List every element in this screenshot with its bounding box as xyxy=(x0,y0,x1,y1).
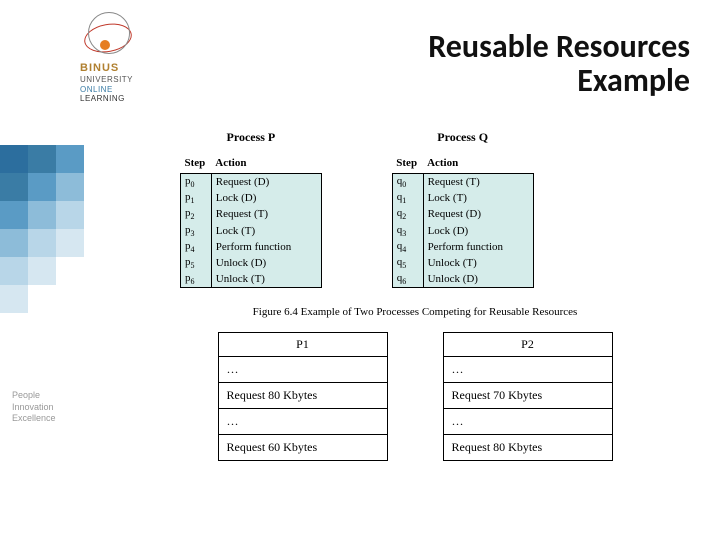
p2-header: P2 xyxy=(443,333,612,357)
logo-line2: UNIVERSITY xyxy=(80,75,200,85)
action-cell: Lock (D) xyxy=(423,223,533,239)
request-cell: … xyxy=(218,357,387,383)
col-step: Step xyxy=(392,155,423,174)
request-cell: Request 80 Kbytes xyxy=(218,383,387,409)
slide-title: Reusable Resources Example xyxy=(428,30,690,97)
step-cell: q0 xyxy=(392,174,423,191)
col-step: Step xyxy=(181,155,212,174)
step-cell: q5 xyxy=(392,255,423,271)
action-cell: Lock (T) xyxy=(211,223,321,239)
logo-line1: BINUS xyxy=(80,62,200,75)
action-cell: Unlock (D) xyxy=(211,255,321,271)
request-table-p2: P2 …Request 70 Kbytes…Request 80 Kbytes xyxy=(443,332,613,461)
step-cell: p5 xyxy=(181,255,212,271)
process-q-block: Process Q Step Action q0Request (T)q1Loc… xyxy=(392,130,534,288)
process-p-table: Step Action p0Request (D)p1Lock (D)p2Req… xyxy=(180,155,322,288)
request-cell: … xyxy=(218,409,387,435)
step-cell: p2 xyxy=(181,206,212,222)
logo-line4: LEARNING xyxy=(80,94,200,104)
col-action: Action xyxy=(423,155,533,174)
title-line1: Reusable Resources xyxy=(428,30,690,64)
process-p-title: Process P xyxy=(180,130,322,145)
request-table-p1: P1 …Request 80 Kbytes…Request 60 Kbytes xyxy=(218,332,388,461)
action-cell: Perform function xyxy=(211,239,321,255)
step-cell: q6 xyxy=(392,271,423,288)
tagline-l3: Excellence xyxy=(12,413,56,425)
action-cell: Unlock (T) xyxy=(423,255,533,271)
step-cell: q4 xyxy=(392,239,423,255)
step-cell: q3 xyxy=(392,223,423,239)
action-cell: Lock (D) xyxy=(211,190,321,206)
action-cell: Request (T) xyxy=(211,206,321,222)
request-cell: … xyxy=(443,357,612,383)
step-cell: p3 xyxy=(181,223,212,239)
tagline: People Innovation Excellence xyxy=(12,390,56,425)
request-cell: Request 60 Kbytes xyxy=(218,435,387,461)
logo-line3: ONLINE xyxy=(80,85,200,95)
tagline-l2: Innovation xyxy=(12,402,56,414)
step-cell: p1 xyxy=(181,190,212,206)
step-cell: p4 xyxy=(181,239,212,255)
p1-header: P1 xyxy=(218,333,387,357)
action-cell: Request (D) xyxy=(211,174,321,191)
process-q-title: Process Q xyxy=(392,130,534,145)
figure-caption: Figure 6.4 Example of Two Processes Comp… xyxy=(150,306,680,318)
action-cell: Unlock (T) xyxy=(211,271,321,288)
step-cell: q1 xyxy=(392,190,423,206)
action-cell: Request (D) xyxy=(423,206,533,222)
request-cell: Request 80 Kbytes xyxy=(443,435,612,461)
title-line2: Example xyxy=(428,64,690,98)
step-cell: p0 xyxy=(181,174,212,191)
request-cell: Request 70 Kbytes xyxy=(443,383,612,409)
step-cell: p6 xyxy=(181,271,212,288)
logo-swirl-icon xyxy=(80,10,140,60)
col-action: Action xyxy=(211,155,321,174)
action-cell: Perform function xyxy=(423,239,533,255)
action-cell: Lock (T) xyxy=(423,190,533,206)
action-cell: Request (T) xyxy=(423,174,533,191)
logo: BINUS UNIVERSITY ONLINE LEARNING xyxy=(80,10,200,104)
tagline-l1: People xyxy=(12,390,56,402)
request-cell: … xyxy=(443,409,612,435)
process-q-table: Step Action q0Request (T)q1Lock (T)q2Req… xyxy=(392,155,534,288)
content-area: Process P Step Action p0Request (D)p1Loc… xyxy=(150,130,680,461)
process-p-block: Process P Step Action p0Request (D)p1Loc… xyxy=(180,130,322,288)
action-cell: Unlock (D) xyxy=(423,271,533,288)
side-squares xyxy=(0,145,90,313)
step-cell: q2 xyxy=(392,206,423,222)
